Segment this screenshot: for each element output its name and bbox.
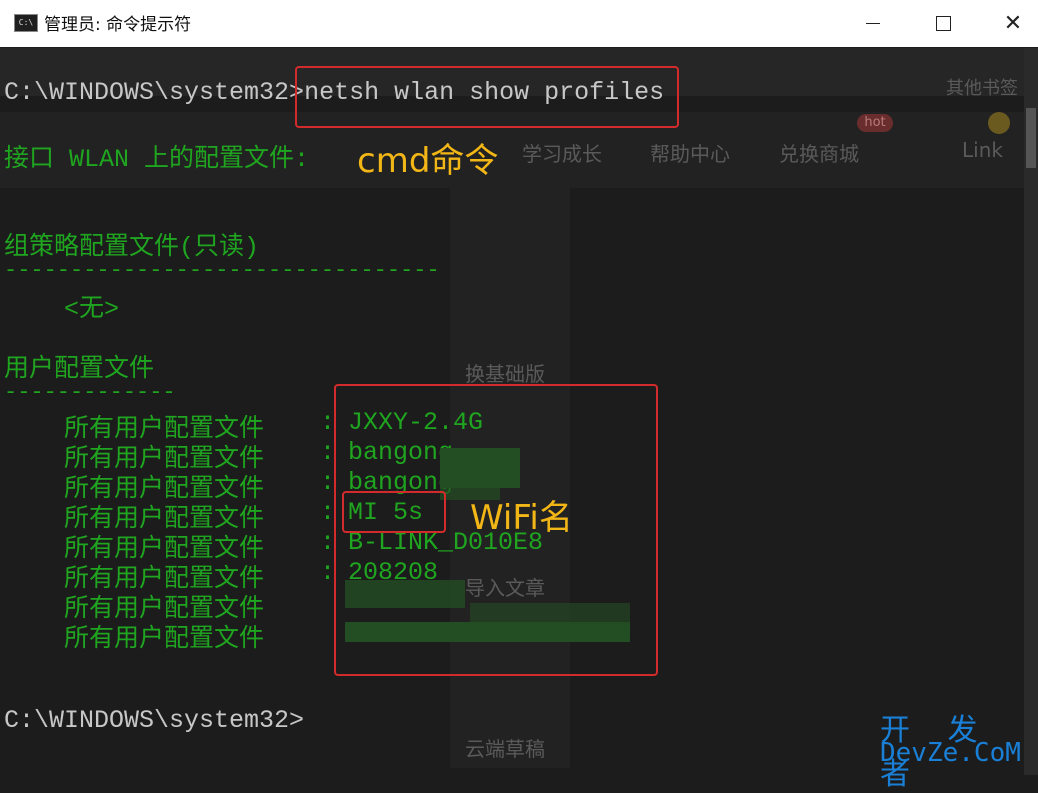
- colon: :: [320, 558, 336, 587]
- colon: :: [320, 528, 336, 557]
- watermark-logo: DevZe.CoM: [880, 738, 1021, 768]
- group-divider: ---------------------------------: [4, 258, 440, 283]
- close-button[interactable]: ✕: [990, 0, 1036, 47]
- wifi-annotation: WiFi名: [470, 498, 573, 538]
- window-title: 管理员: 命令提示符: [44, 15, 192, 35]
- maximize-button[interactable]: [920, 0, 966, 47]
- scrollbar-thumb[interactable]: [1026, 108, 1036, 168]
- profile-label: 所有用户配置文件: [64, 625, 265, 654]
- colon: :: [320, 438, 336, 467]
- command-highlight-box: [295, 66, 679, 128]
- cmd-annotation: cmd命令: [357, 141, 499, 181]
- user-divider: -------------: [4, 380, 176, 405]
- close-icon: ✕: [1003, 11, 1023, 36]
- user-profiles-header: 用户配置文件: [4, 355, 155, 384]
- colon: :: [320, 408, 336, 437]
- wifi-highlight-box: [342, 491, 446, 533]
- maximize-icon: [935, 16, 951, 31]
- colon: :: [320, 468, 336, 497]
- cmd-app-icon: C:\: [14, 14, 38, 32]
- colon: :: [320, 498, 336, 527]
- minimize-icon: [866, 23, 880, 24]
- group-policy-header: 组策略配置文件(只读): [4, 233, 260, 262]
- group-none: <无>: [64, 295, 120, 324]
- vertical-scrollbar[interactable]: [1024, 48, 1038, 775]
- prompt-line-final: C:\WINDOWS\system32>: [4, 706, 305, 735]
- interface-line: 接口 WLAN 上的配置文件:: [4, 145, 310, 174]
- title-bar: C:\ 管理员: 命令提示符 ✕: [0, 0, 1038, 47]
- minimize-button[interactable]: [850, 0, 896, 47]
